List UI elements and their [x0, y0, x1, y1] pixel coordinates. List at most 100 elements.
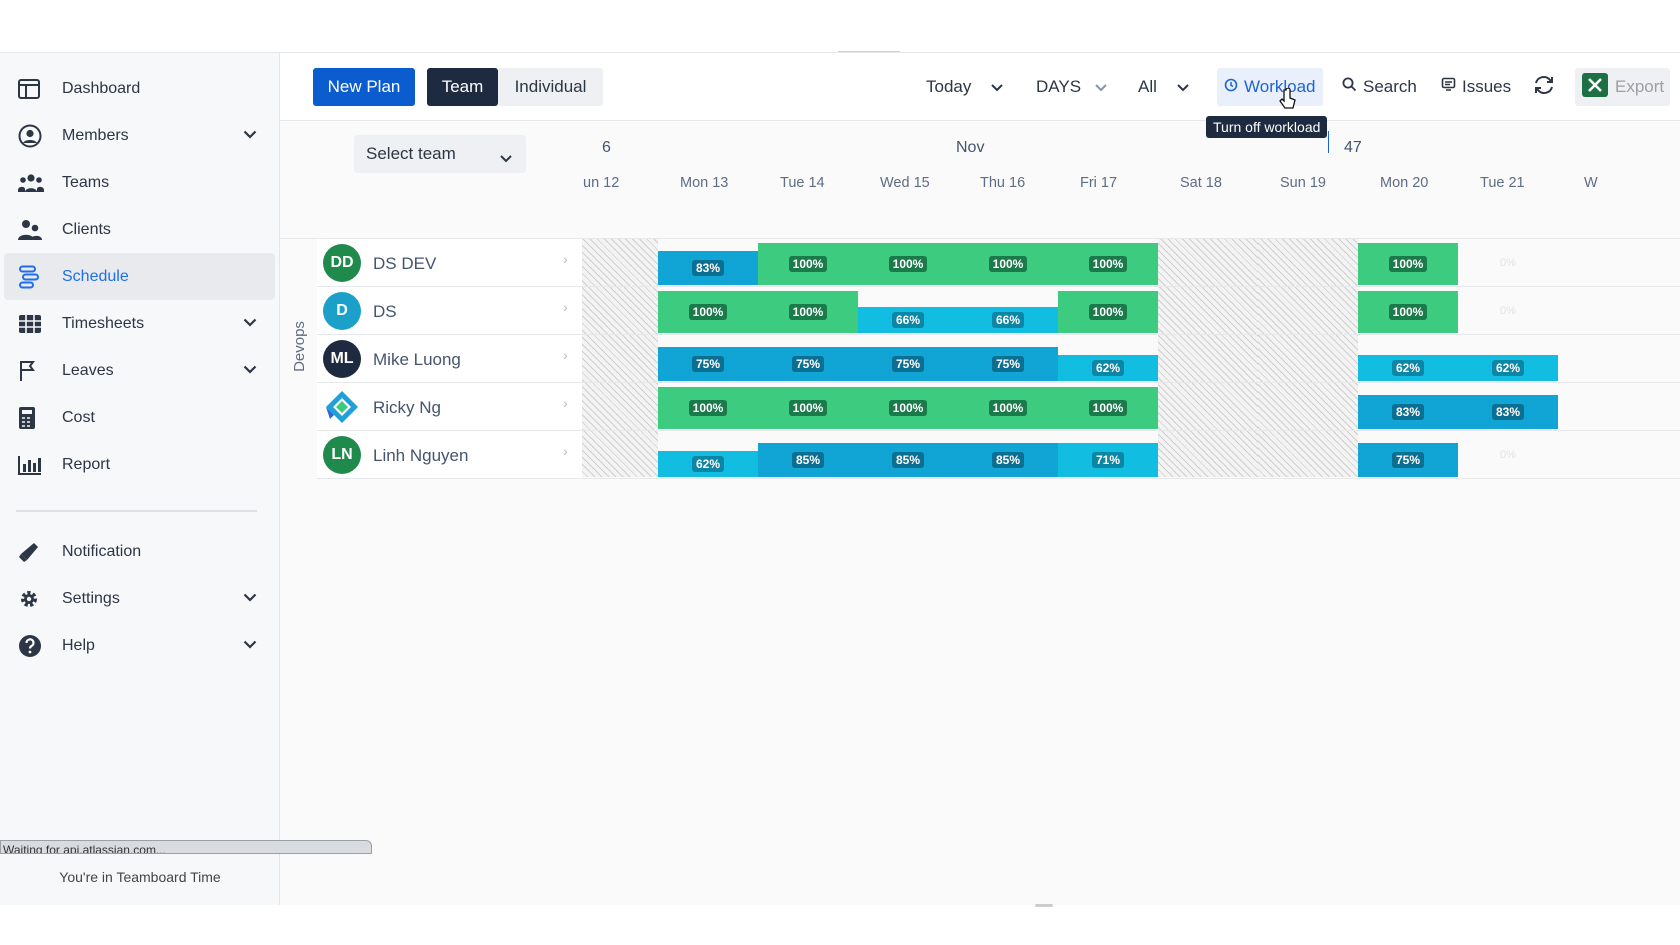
sidebar-item-timesheets[interactable]: Timesheets [4, 300, 275, 347]
chevron-right-icon[interactable]: › [563, 443, 568, 459]
team-view-button[interactable]: Team [427, 68, 498, 106]
allocation-cell[interactable]: 66% [958, 307, 1058, 333]
chevron-down-icon[interactable] [243, 636, 257, 654]
allocation-value: 100% [688, 400, 728, 416]
allocation-cell[interactable]: 100% [758, 243, 858, 285]
allocation-cell-empty[interactable]: 0% [1458, 293, 1558, 329]
allocation-cell[interactable]: 100% [1058, 243, 1158, 285]
member-name: Ricky Ng [373, 398, 442, 417]
toolbar: New Plan Team Individual Today DAYS All [280, 53, 1680, 138]
allocation-cell[interactable]: 75% [658, 347, 758, 381]
allocation-cell[interactable]: 100% [658, 291, 758, 333]
member-row[interactable]: DD DS DEV › 83% 100% 100% 100% 100% 100% 0% [317, 239, 1680, 287]
avatar: ML [323, 340, 361, 378]
allocation-value: 100% [988, 256, 1028, 272]
allocation-cell[interactable]: 85% [858, 443, 958, 477]
sidebar-item-clients[interactable]: Clients [4, 206, 275, 253]
allocation-cell[interactable]: 66% [858, 307, 958, 333]
member-row[interactable]: LN Linh Nguyen › 62% 85% 85% 85% 71% 75% 0% [317, 431, 1680, 479]
allocation-cell[interactable]: 100% [1358, 291, 1458, 333]
table-grid-icon [18, 312, 48, 336]
member-info[interactable]: D DS › [317, 287, 582, 335]
allocation-cell[interactable]: 100% [958, 387, 1058, 429]
member-row[interactable]: D DS › 100% 100% 66% 66% 100% 100% 0% [317, 287, 1680, 335]
allocation-cell[interactable]: 100% [858, 243, 958, 285]
sidebar-item-help[interactable]: Help [4, 622, 275, 669]
chevron-right-icon[interactable]: › [563, 251, 568, 267]
allocation-value: 100% [788, 400, 828, 416]
allocation-cell[interactable]: 75% [958, 347, 1058, 381]
flag-icon [18, 359, 48, 383]
sidebar-item-dashboard[interactable]: Dashboard [4, 65, 275, 112]
sidebar-item-label: Help [62, 636, 95, 654]
allocation-cell-empty[interactable]: 0% [1458, 437, 1558, 473]
allocation-cell[interactable]: 62% [1358, 355, 1458, 381]
allocation-cell[interactable]: 62% [1058, 355, 1158, 381]
sidebar-item-notification[interactable]: Notification [4, 528, 275, 575]
allocation-cell[interactable]: 100% [1058, 387, 1158, 429]
days-dropdown[interactable]: DAYS [1036, 68, 1107, 106]
sidebar-item-settings[interactable]: Settings [4, 575, 275, 622]
sidebar-item-label: Clients [62, 220, 111, 238]
member-info[interactable]: Ricky Ng › [317, 383, 582, 431]
chevron-right-icon[interactable]: › [563, 299, 568, 315]
avatar: LN [323, 436, 361, 474]
member-info[interactable]: DD DS DEV › [317, 239, 582, 287]
allocation-cell[interactable]: 85% [758, 443, 858, 477]
allocation-cell[interactable]: 75% [758, 347, 858, 381]
allocation-value: 83% [1391, 404, 1425, 420]
today-dropdown[interactable]: Today [926, 68, 1004, 106]
horizontal-scrollbar[interactable] [1035, 904, 1053, 907]
allocation-cell[interactable]: 83% [1358, 395, 1458, 429]
member-row[interactable]: Ricky Ng › 100% 100% 100% 100% 100% 83% 83% [317, 383, 1680, 431]
allocation-cell[interactable]: 100% [1358, 243, 1458, 285]
allocation-value: 100% [788, 256, 828, 272]
allocation-cell[interactable]: 100% [658, 387, 758, 429]
export-button[interactable]: Export [1575, 68, 1671, 106]
browser-status-bar: Waiting for api.atlassian.com... [0, 840, 372, 854]
allocation-cell[interactable]: 100% [758, 387, 858, 429]
refresh-button[interactable] [1532, 68, 1556, 106]
issues-button[interactable]: Issues [1441, 68, 1511, 106]
sidebar-item-cost[interactable]: Cost [4, 394, 275, 441]
chevron-down-icon[interactable] [243, 126, 257, 144]
allocation-cell[interactable]: 100% [758, 291, 858, 333]
allocation-cell[interactable]: 85% [958, 443, 1058, 477]
chevron-right-icon[interactable]: › [563, 347, 568, 363]
sidebar-item-teams[interactable]: Teams [4, 159, 275, 206]
allocation-cell[interactable]: 83% [1458, 395, 1558, 429]
member-info[interactable]: LN Linh Nguyen › [317, 431, 582, 479]
allocation-cell[interactable]: 75% [1358, 443, 1458, 477]
allocation-cell[interactable]: 100% [858, 387, 958, 429]
sidebar-item-members[interactable]: Members [4, 112, 275, 159]
select-team-dropdown[interactable]: Select team [354, 135, 526, 173]
allocation-cell[interactable]: 100% [1058, 291, 1158, 333]
chevron-right-icon[interactable]: › [563, 395, 568, 411]
allocation-cell[interactable]: 71% [1058, 443, 1158, 477]
workload-toggle[interactable]: Workload [1217, 68, 1323, 106]
chevron-down-icon[interactable] [243, 361, 257, 379]
member-info[interactable]: ML Mike Luong › [317, 335, 582, 383]
allocation-cell[interactable]: 83% [658, 251, 758, 285]
new-plan-button[interactable]: New Plan [313, 68, 415, 106]
member-row[interactable]: ML Mike Luong › 75% 75% 75% 75% 62% 62% 62% [317, 335, 1680, 383]
allocation-value: 100% [1088, 304, 1128, 320]
allocation-cell[interactable]: 100% [958, 243, 1058, 285]
individual-view-button[interactable]: Individual [498, 68, 603, 106]
allocation-cell[interactable]: 62% [658, 451, 758, 477]
day-header: Tue 21 [1480, 175, 1525, 191]
allocation-cell[interactable]: 75% [858, 347, 958, 381]
allocation-value: 75% [1391, 452, 1425, 468]
sidebar-item-leaves[interactable]: Leaves [4, 347, 275, 394]
search-button[interactable]: Search [1342, 68, 1417, 106]
sidebar-item-schedule[interactable]: Schedule [4, 253, 275, 300]
allocation-cell[interactable]: 62% [1458, 355, 1558, 381]
sidebar-item-report[interactable]: Report [4, 441, 275, 488]
filter-all-dropdown[interactable]: All [1138, 68, 1189, 106]
chevron-down-icon[interactable] [243, 314, 257, 332]
chevron-down-icon[interactable] [243, 589, 257, 607]
sidebar-item-label: Teams [62, 173, 110, 191]
search-icon [1342, 77, 1357, 97]
clock-icon [1224, 77, 1238, 97]
allocation-cell-empty[interactable]: 0% [1458, 245, 1558, 281]
